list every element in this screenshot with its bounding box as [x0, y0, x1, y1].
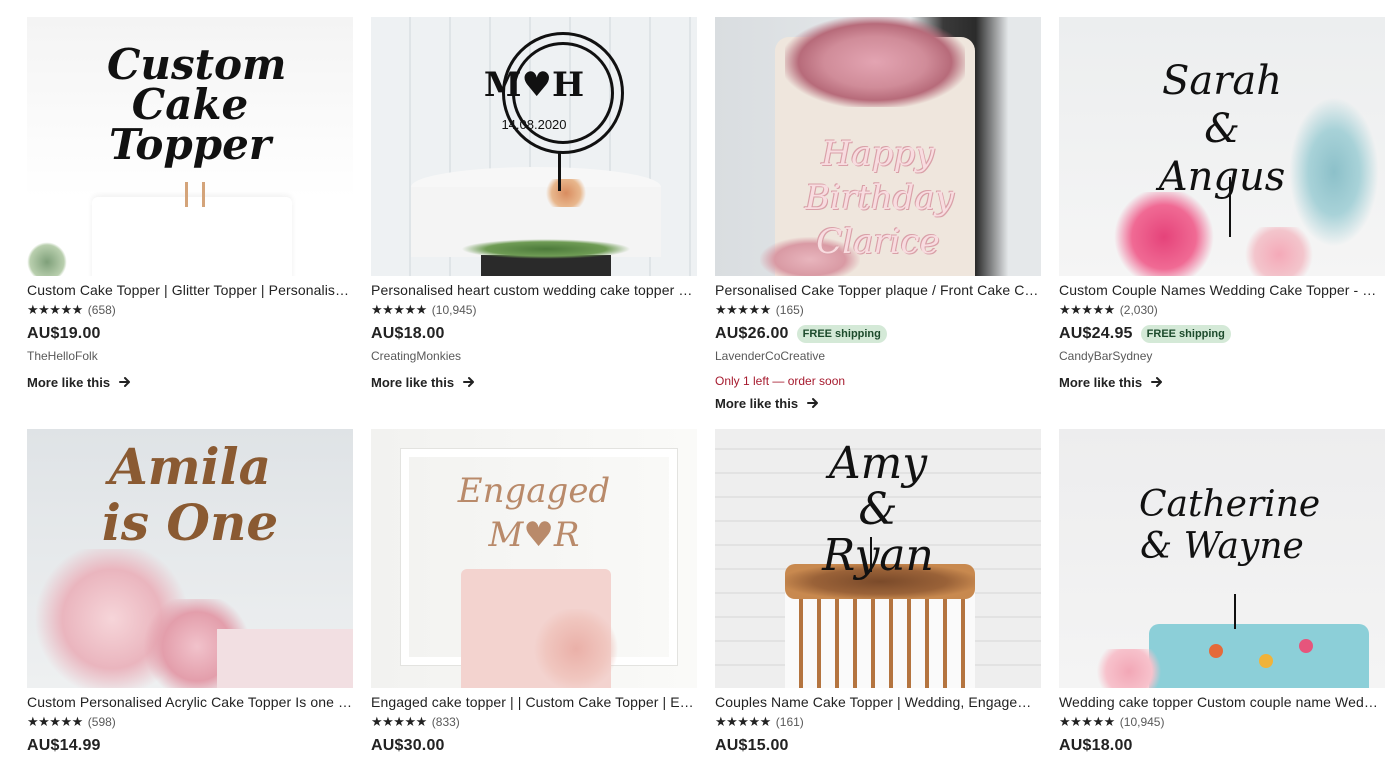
topper-lettering: Amy & Ryan [822, 438, 934, 581]
rating: ★★★★★ (10,945) [1059, 714, 1385, 730]
price-row: AU$15.00 [715, 736, 1041, 756]
listing-image[interactable]: Engaged M♥R [371, 429, 697, 688]
price: AU$19.00 [27, 325, 101, 342]
price-row: AU$18.00 [1059, 736, 1385, 756]
price: AU$30.00 [371, 737, 445, 754]
more-like-this-label: More like this [1059, 374, 1143, 390]
topper-lettering: Catherine & Wayne [1139, 484, 1321, 567]
price-row: AU$14.99 [27, 736, 353, 756]
rating: ★★★★★ (165) [715, 302, 1041, 318]
rating: ★★★★★ (2,030) [1059, 302, 1385, 318]
topper-lettering: Happy Birthday Clarice [805, 134, 954, 262]
topper-lettering: Custom Cake Topper [107, 40, 287, 169]
review-count: (2,030) [1119, 303, 1158, 317]
listing-card[interactable]: Amila is One Custom Personalised Acrylic… [27, 429, 353, 756]
listing-title[interactable]: Custom Personalised Acrylic Cake Topper … [27, 694, 353, 710]
review-count: (10,945) [431, 303, 477, 317]
shop-name[interactable]: CreatingMonkies [371, 349, 697, 363]
topper-date: 14.08.2020 [501, 117, 567, 132]
shop-name[interactable]: TheHelloFolk [27, 349, 353, 363]
review-count: (10,945) [1119, 715, 1165, 729]
listing-title[interactable]: Personalised heart custom wedding cake t… [371, 282, 697, 298]
free-shipping-badge: FREE shipping [796, 325, 887, 343]
rating: ★★★★★ (598) [27, 714, 353, 730]
free-shipping-badge: FREE shipping [1140, 325, 1231, 343]
shop-name[interactable]: CandyBarSydney [1059, 349, 1385, 363]
listing-card[interactable]: Custom Cake Topper Custom Cake Topper | … [27, 17, 353, 390]
arrow-right-icon [119, 377, 131, 387]
arrow-right-icon [463, 377, 475, 387]
listing-image[interactable]: Sarah & Angus [1059, 17, 1385, 276]
review-count: (833) [431, 715, 460, 729]
more-like-this-button[interactable]: More like this [1059, 374, 1385, 390]
listing-image[interactable]: Amila is One [27, 429, 353, 688]
price-row: AU$18.00 [371, 324, 697, 344]
listing-card[interactable]: Engaged M♥R Engaged cake topper | | Cust… [371, 429, 697, 756]
star-rating-icon: ★★★★★ [715, 302, 771, 317]
topper-lettering: Amila is One [101, 437, 279, 552]
review-count: (598) [87, 715, 116, 729]
more-like-this-label: More like this [371, 374, 455, 390]
price-row: AU$24.95 FREE shipping [1059, 324, 1385, 344]
shop-name[interactable]: LavenderCoCreative [715, 349, 1041, 363]
topper-lettering: Sarah & Angus [1158, 58, 1286, 200]
more-like-this-button[interactable]: More like this [27, 374, 353, 390]
urgency-notice: Only 1 left — order soon [715, 374, 846, 388]
topper-lettering: M♥H [483, 65, 585, 105]
star-rating-icon: ★★★★★ [371, 714, 427, 729]
listing-image[interactable]: Happy Birthday Clarice [715, 17, 1041, 276]
listing-title[interactable]: Engaged cake topper | | Custom Cake Topp… [371, 694, 697, 710]
listing-title[interactable]: Couples Name Cake Topper | Wedding, Enga… [715, 694, 1041, 710]
listing-card[interactable]: Sarah & Angus Custom Couple Names Weddin… [1059, 17, 1385, 390]
listing-image[interactable]: M♥H 14.08.2020 [371, 17, 697, 276]
listing-card[interactable]: Happy Birthday Clarice Personalised Cake… [715, 17, 1041, 411]
listing-card[interactable]: Catherine & Wayne Wedding cake topper Cu… [1059, 429, 1385, 756]
arrow-right-icon [1151, 377, 1163, 387]
review-count: (161) [775, 715, 804, 729]
review-count: (658) [87, 303, 116, 317]
price-row: AU$30.00 [371, 736, 697, 756]
star-rating-icon: ★★★★★ [27, 714, 83, 729]
listing-image[interactable]: Amy & Ryan [715, 429, 1041, 688]
price: AU$15.00 [715, 737, 789, 754]
listing-title[interactable]: Wedding cake topper Custom couple name W… [1059, 694, 1385, 710]
price: AU$14.99 [27, 737, 101, 754]
star-rating-icon: ★★★★★ [27, 302, 83, 317]
more-like-this-button[interactable]: More like this [371, 374, 697, 390]
star-rating-icon: ★★★★★ [1059, 714, 1115, 729]
rating: ★★★★★ (161) [715, 714, 1041, 730]
price-row: AU$19.00 [27, 324, 353, 344]
price: AU$18.00 [371, 325, 445, 342]
listing-title[interactable]: Personalised Cake Topper plaque / Front … [715, 282, 1041, 298]
listing-title[interactable]: Custom Cake Topper | Glitter Topper | Pe… [27, 282, 353, 298]
more-like-this-label: More like this [27, 374, 111, 390]
star-rating-icon: ★★★★★ [715, 714, 771, 729]
rating: ★★★★★ (10,945) [371, 302, 697, 318]
arrow-right-icon [807, 398, 819, 408]
topper-lettering: Engaged M♥R [457, 471, 611, 555]
more-like-this-button[interactable]: More like this [715, 395, 1041, 411]
price: AU$24.95 [1059, 325, 1133, 342]
rating: ★★★★★ (658) [27, 302, 353, 318]
listing-image[interactable]: Catherine & Wayne [1059, 429, 1385, 688]
rating: ★★★★★ (833) [371, 714, 697, 730]
price: AU$26.00 [715, 325, 789, 342]
listing-card[interactable]: Amy & Ryan Couples Name Cake Topper | We… [715, 429, 1041, 756]
star-rating-icon: ★★★★★ [371, 302, 427, 317]
price-row: AU$26.00 FREE shipping [715, 324, 1041, 344]
review-count: (165) [775, 303, 804, 317]
price: AU$18.00 [1059, 737, 1133, 754]
listing-image[interactable]: Custom Cake Topper [27, 17, 353, 276]
listing-card[interactable]: M♥H 14.08.2020 Personalised heart custom… [371, 17, 697, 390]
listing-title[interactable]: Custom Couple Names Wedding Cake Topper … [1059, 282, 1385, 298]
more-like-this-label: More like this [715, 395, 799, 411]
star-rating-icon: ★★★★★ [1059, 302, 1115, 317]
